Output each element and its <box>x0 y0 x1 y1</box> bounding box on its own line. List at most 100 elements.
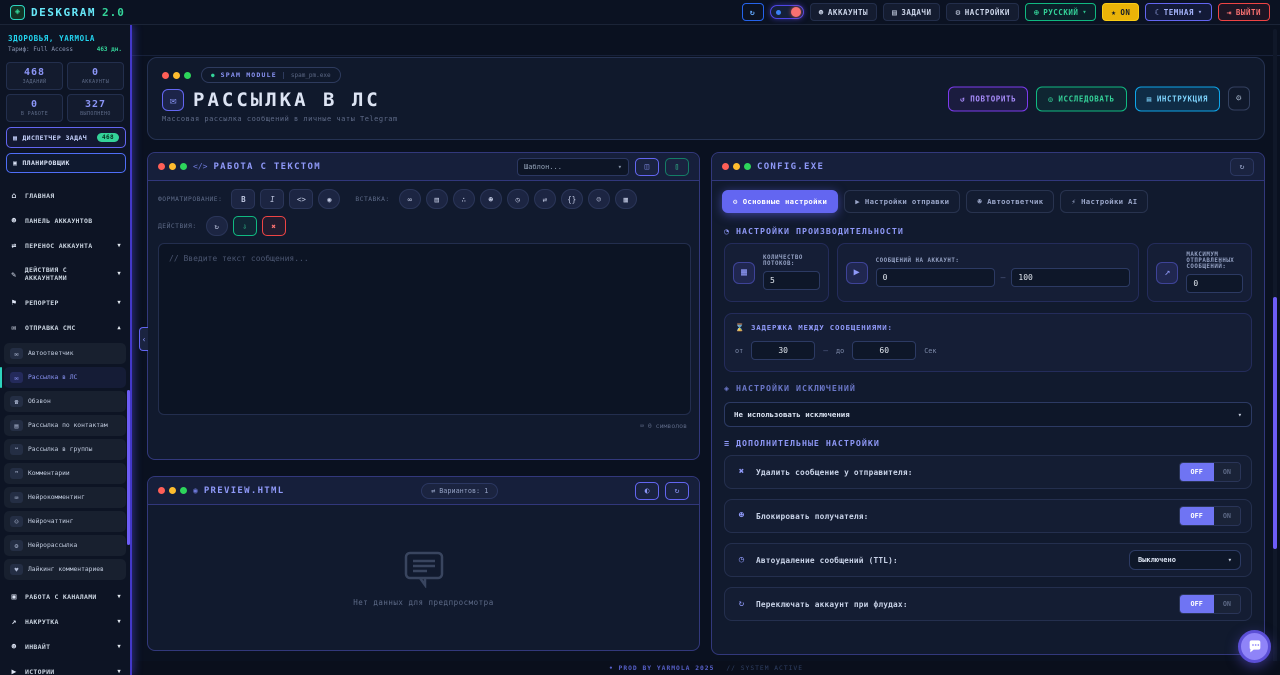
theme-preview-button[interactable]: ◐ <box>635 482 659 500</box>
sidebar-subitem-autoresponder[interactable]: ✉Автоответчик <box>4 343 126 364</box>
tasks-button[interactable]: ▤ЗАДАЧИ <box>883 3 940 21</box>
threads-input[interactable] <box>763 271 820 290</box>
toggle-on[interactable]: ON <box>1214 595 1240 613</box>
toggle-off[interactable]: OFF <box>1180 463 1214 481</box>
sidebar-subitem-comments[interactable]: ❞Комментарии <box>4 463 126 484</box>
sidebar-subitem-groups-mailing[interactable]: ❝Рассылка в группы <box>4 439 126 460</box>
book-icon: ▤ <box>1147 94 1152 103</box>
toggle-on[interactable]: ON <box>1214 507 1240 525</box>
sidebar-collapse-handle[interactable]: ‹ <box>139 327 148 351</box>
research-button[interactable]: ◎ИССЛЕДОВАТЬ <box>1036 86 1126 111</box>
tab-autoresponder[interactable]: ☻Автоответчик <box>966 190 1054 213</box>
ttl-select[interactable]: Выключено▾ <box>1129 550 1241 570</box>
reset-text-button[interactable]: ↻ <box>206 216 228 236</box>
save-template-button[interactable]: ◫ <box>635 158 659 176</box>
block-recipient-toggle[interactable]: OFFON <box>1179 506 1241 526</box>
switch-account-toggle[interactable]: OFFON <box>1179 594 1241 614</box>
row-label: Автоудаление сообщений (TTL): <box>756 556 898 565</box>
sidebar-subitem-calls[interactable]: ☎Обзвон <box>4 391 126 412</box>
sidebar-subitem-neuro-commenting[interactable]: ⌨Нейрокомментинг <box>4 487 126 508</box>
toggle-off[interactable]: OFF <box>1180 595 1214 613</box>
insert-file-button[interactable]: ▤ <box>426 189 448 209</box>
import-text-button[interactable]: ⇩ <box>233 216 257 236</box>
toggle-off[interactable]: OFF <box>1180 507 1214 525</box>
sidebar-item-invite[interactable]: ☻ИНВАЙТ▼ <box>0 634 130 659</box>
template-select[interactable]: Шаблон...▾ <box>517 158 629 176</box>
switch-icon: ↻ <box>735 599 748 609</box>
main-toggle-switch[interactable] <box>770 5 804 19</box>
sidebar-item-stories[interactable]: ▶ИСТОРИИ▼ <box>0 659 130 675</box>
refresh-preview-button[interactable]: ↻ <box>665 482 689 500</box>
sidebar-item-sms-sending[interactable]: ✉ОТПРАВКА СМС▲ <box>0 315 130 340</box>
planner-button[interactable]: ▣ ПЛАНИРОВЩИК <box>6 153 126 173</box>
sidebar-subitem-contacts-mailing[interactable]: ▤Рассылка по контактам <box>4 415 126 436</box>
task-manager-button[interactable]: ▦ ДИСПЕТЧЕР ЗАДАЧ 468 <box>6 127 126 148</box>
messages-min-input[interactable] <box>876 268 995 287</box>
code-format-button[interactable]: <> <box>289 189 313 209</box>
clear-text-button[interactable]: ✖ <box>262 216 286 236</box>
sync-button[interactable]: ↻ <box>742 3 764 21</box>
insert-timer-button[interactable]: ◷ <box>507 189 529 209</box>
insert-share-button[interactable]: ∴ <box>453 189 475 209</box>
delay-to-input[interactable] <box>852 341 916 360</box>
sidebar-item-reporter[interactable]: ⚑РЕПОРТЕР▼ <box>0 290 130 315</box>
sync-icon: ↻ <box>750 8 755 17</box>
logout-button[interactable]: ⇥ВЫЙТИ <box>1218 3 1270 21</box>
sidebar-item-boosting[interactable]: ↗НАКРУТКА▼ <box>0 609 130 634</box>
toggle-on[interactable]: ON <box>1214 463 1240 481</box>
language-label: РУССКИЙ <box>1043 8 1078 17</box>
messages-max-input[interactable] <box>1011 268 1130 287</box>
support-chat-button[interactable] <box>1238 630 1271 663</box>
performance-cards: ▦ КОЛИЧЕСТВО ПОТОКОВ: ▶ СООБЩЕНИЙ НА АКК… <box>712 243 1264 302</box>
trash-icon: ✖ <box>735 467 748 477</box>
theme-dropdown[interactable]: ☾ТЕМНАЯ▾ <box>1145 3 1211 21</box>
insert-emoji-button[interactable]: ☺ <box>588 189 610 209</box>
app-title: DESKGRAM <box>31 6 96 19</box>
delete-from-sender-toggle[interactable]: OFFON <box>1179 462 1241 482</box>
repeat-button[interactable]: ↺ПОВТОРИТЬ <box>948 86 1028 111</box>
sidebar-subitem-comment-liking[interactable]: ♥Лайкинг комментариев <box>4 559 126 580</box>
tab-sending-settings[interactable]: ▶Настройки отправки <box>844 190 960 213</box>
bookmark-button[interactable]: ▯ <box>665 158 689 176</box>
settings-button[interactable]: ⚙НАСТРОЙКИ <box>946 3 1018 21</box>
header-settings-button[interactable]: ⚙ <box>1228 87 1250 111</box>
insert-link-button[interactable]: ∞ <box>399 189 421 209</box>
sidebar-subitem-pm-mailing[interactable]: ✉Рассылка в ЛС <box>4 367 126 388</box>
insert-variable-button[interactable]: {} <box>561 189 583 209</box>
insert-shuffle-button[interactable]: ⇄ <box>534 189 556 209</box>
main-scrollbar[interactable] <box>1273 29 1277 669</box>
preview-empty-text: Нет данных для предпросмотра <box>353 598 493 607</box>
app-logo[interactable]: ◈ DESKGRAM 2.0 <box>10 5 125 20</box>
menu-label: ДЕЙСТВИЯ С АККАУНТАМИ <box>25 266 112 282</box>
language-dropdown[interactable]: ⊕РУССКИЙ▾ <box>1025 3 1096 21</box>
sidebar-item-account-actions[interactable]: ✎ДЕЙСТВИЯ С АККАУНТАМИ▼ <box>0 258 130 290</box>
top-navbar: ◈ DESKGRAM 2.0 ↻ ☻АККАУНТЫ ▤ЗАДАЧИ ⚙НАСТ… <box>0 0 1280 25</box>
sidebar-item-account-transfer[interactable]: ⇄ПЕРЕНОС АККАУНТА▼ <box>0 233 130 258</box>
spoiler-button[interactable]: ◉ <box>318 189 340 209</box>
italic-button[interactable]: I <box>260 189 284 209</box>
instruction-button[interactable]: ▤ИНСТРУКЦИЯ <box>1135 86 1220 111</box>
user-add-icon: ☻ <box>9 642 19 651</box>
tab-ai-settings[interactable]: ⚡Настройки AI <box>1060 190 1148 213</box>
contact-card-icon: ▦ <box>623 195 628 204</box>
max-sent-input[interactable] <box>1186 274 1243 293</box>
exceptions-select[interactable]: Не использовать исключения ▾ <box>724 402 1252 427</box>
sidebar-subitem-neuro-chatting[interactable]: ☺Нейрочаттинг <box>4 511 126 532</box>
sidebar-item-accounts-panel[interactable]: ☻ПАНЕЛЬ АККАУНТОВ <box>0 208 130 233</box>
accounts-button[interactable]: ☻АККАУНТЫ <box>810 3 877 21</box>
reset-config-button[interactable]: ↻ <box>1230 158 1254 176</box>
scrollbar-thumb[interactable] <box>1273 297 1277 549</box>
delay-from-input[interactable] <box>751 341 815 360</box>
sidebar-subitem-neuro-mailing[interactable]: ⚙Нейрорассылка <box>4 535 126 556</box>
bold-button[interactable]: B <box>231 189 255 209</box>
envelope-icon: ✉ <box>10 372 23 383</box>
sidebar-item-channels[interactable]: ▣РАБОТА С КАНАЛАМИ▼ <box>0 584 130 609</box>
sidebar-item-home[interactable]: ⌂ГЛАВНАЯ <box>0 183 130 208</box>
tab-main-settings[interactable]: ⚙Основные настройки <box>722 190 838 213</box>
message-text-input[interactable] <box>158 243 691 415</box>
sidebar-scrollbar-thumb[interactable] <box>127 390 130 545</box>
insert-bot-button[interactable]: ☻ <box>480 189 502 209</box>
footer-prod-text: • PROD BY YARMOLA 2025 <box>609 665 714 672</box>
insert-contact-button[interactable]: ▦ <box>615 189 637 209</box>
ai-toggle-button[interactable]: ★ON <box>1102 3 1139 21</box>
